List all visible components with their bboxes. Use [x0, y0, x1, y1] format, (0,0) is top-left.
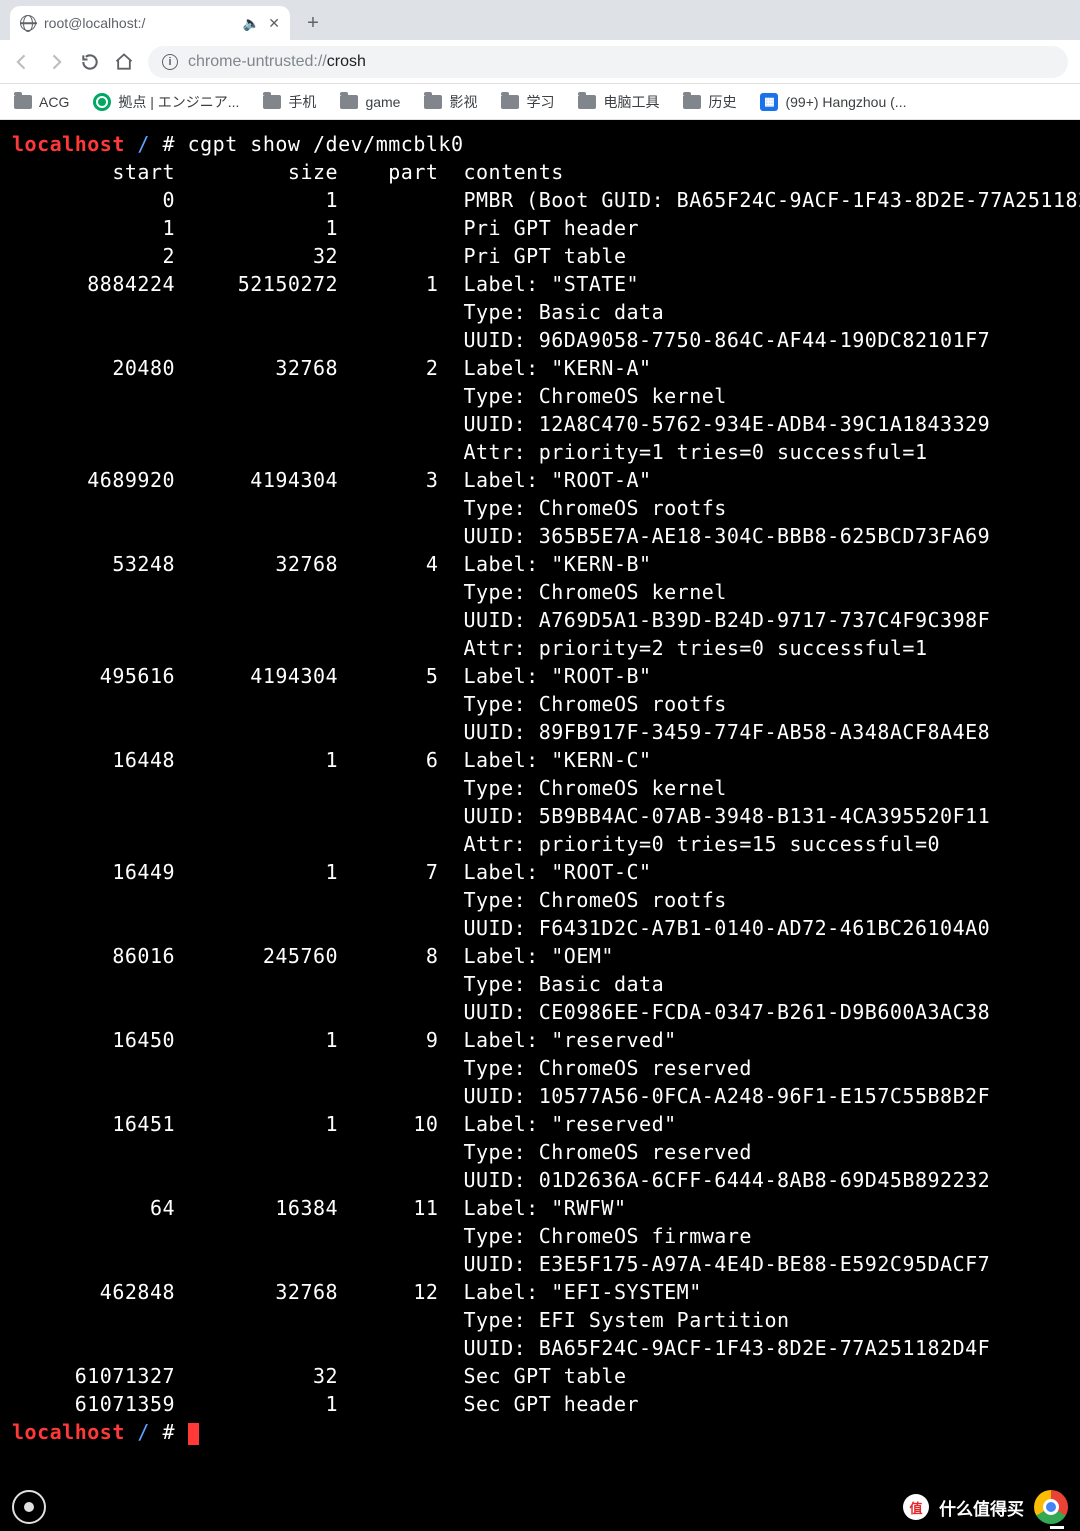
browser-tab[interactable]: root@localhost:/ 🔈 ✕ — [10, 6, 290, 40]
folder-icon — [263, 95, 281, 109]
bookmark-item[interactable]: 拠点 | エンジニア... — [93, 92, 239, 112]
bookmark-item[interactable]: game — [340, 94, 400, 110]
bookmarks-bar: ACG 拠点 | エンジニア... 手机 game 影视 学习 电脑工具 历史 ▦ (99+) H… — [0, 84, 1080, 120]
globe-icon — [20, 15, 36, 31]
bookmark-item[interactable]: 影视 — [424, 92, 477, 112]
address-bar[interactable]: i chrome-untrusted://crosh — [148, 46, 1068, 78]
tab-strip: root@localhost:/ 🔈 ✕ + — [0, 0, 1080, 40]
bookmark-label: 学习 — [526, 92, 554, 112]
bookmark-label: (99+) Hangzhou (... — [785, 94, 906, 110]
tab-title: root@localhost:/ — [44, 15, 235, 31]
reload-button[interactable] — [80, 52, 100, 72]
folder-icon — [683, 95, 701, 109]
bookmark-label: 影视 — [449, 92, 477, 112]
new-tab-button[interactable]: + — [298, 8, 328, 38]
favicon-icon: ▦ — [760, 93, 778, 111]
watermark-text: 什么值得买 — [939, 1495, 1024, 1520]
forward-button[interactable] — [46, 52, 66, 72]
bookmark-item[interactable]: 手机 — [263, 92, 316, 112]
shelf: 值 什么值得买 — [0, 1483, 1080, 1531]
bookmark-item[interactable]: ▦ (99+) Hangzhou (... — [760, 93, 906, 111]
bookmark-label: game — [365, 94, 400, 110]
browser-toolbar: i chrome-untrusted://crosh — [0, 40, 1080, 84]
bookmark-item[interactable]: 学习 — [501, 92, 554, 112]
launcher-button[interactable] — [12, 1490, 46, 1524]
back-button[interactable] — [12, 52, 32, 72]
terminal-output[interactable]: localhost / # cgpt show /dev/mmcblk0 sta… — [0, 120, 1080, 1483]
bookmark-item[interactable]: 电脑工具 — [578, 92, 659, 112]
bookmark-label: ACG — [39, 94, 69, 110]
bookmark-item[interactable]: 历史 — [683, 92, 736, 112]
bookmark-label: 电脑工具 — [603, 92, 659, 112]
site-info-icon[interactable]: i — [162, 54, 178, 70]
url-text: chrome-untrusted://crosh — [188, 53, 366, 71]
bookmark-label: 手机 — [288, 92, 316, 112]
status-indicator-icon — [1050, 1526, 1064, 1529]
bookmark-label: 历史 — [708, 92, 736, 112]
folder-icon — [501, 95, 519, 109]
home-button[interactable] — [114, 52, 134, 72]
bookmark-label: 拠点 | エンジニア... — [118, 92, 239, 112]
chrome-icon[interactable] — [1034, 1490, 1068, 1524]
folder-icon — [578, 95, 596, 109]
watermark-badge-icon: 值 — [903, 1494, 929, 1520]
close-icon[interactable]: ✕ — [268, 15, 280, 32]
folder-icon — [424, 95, 442, 109]
bookmark-item[interactable]: ACG — [14, 94, 69, 110]
folder-icon — [14, 95, 32, 109]
favicon-icon — [93, 93, 111, 111]
folder-icon — [340, 95, 358, 109]
mute-icon[interactable]: 🔈 — [243, 15, 260, 32]
